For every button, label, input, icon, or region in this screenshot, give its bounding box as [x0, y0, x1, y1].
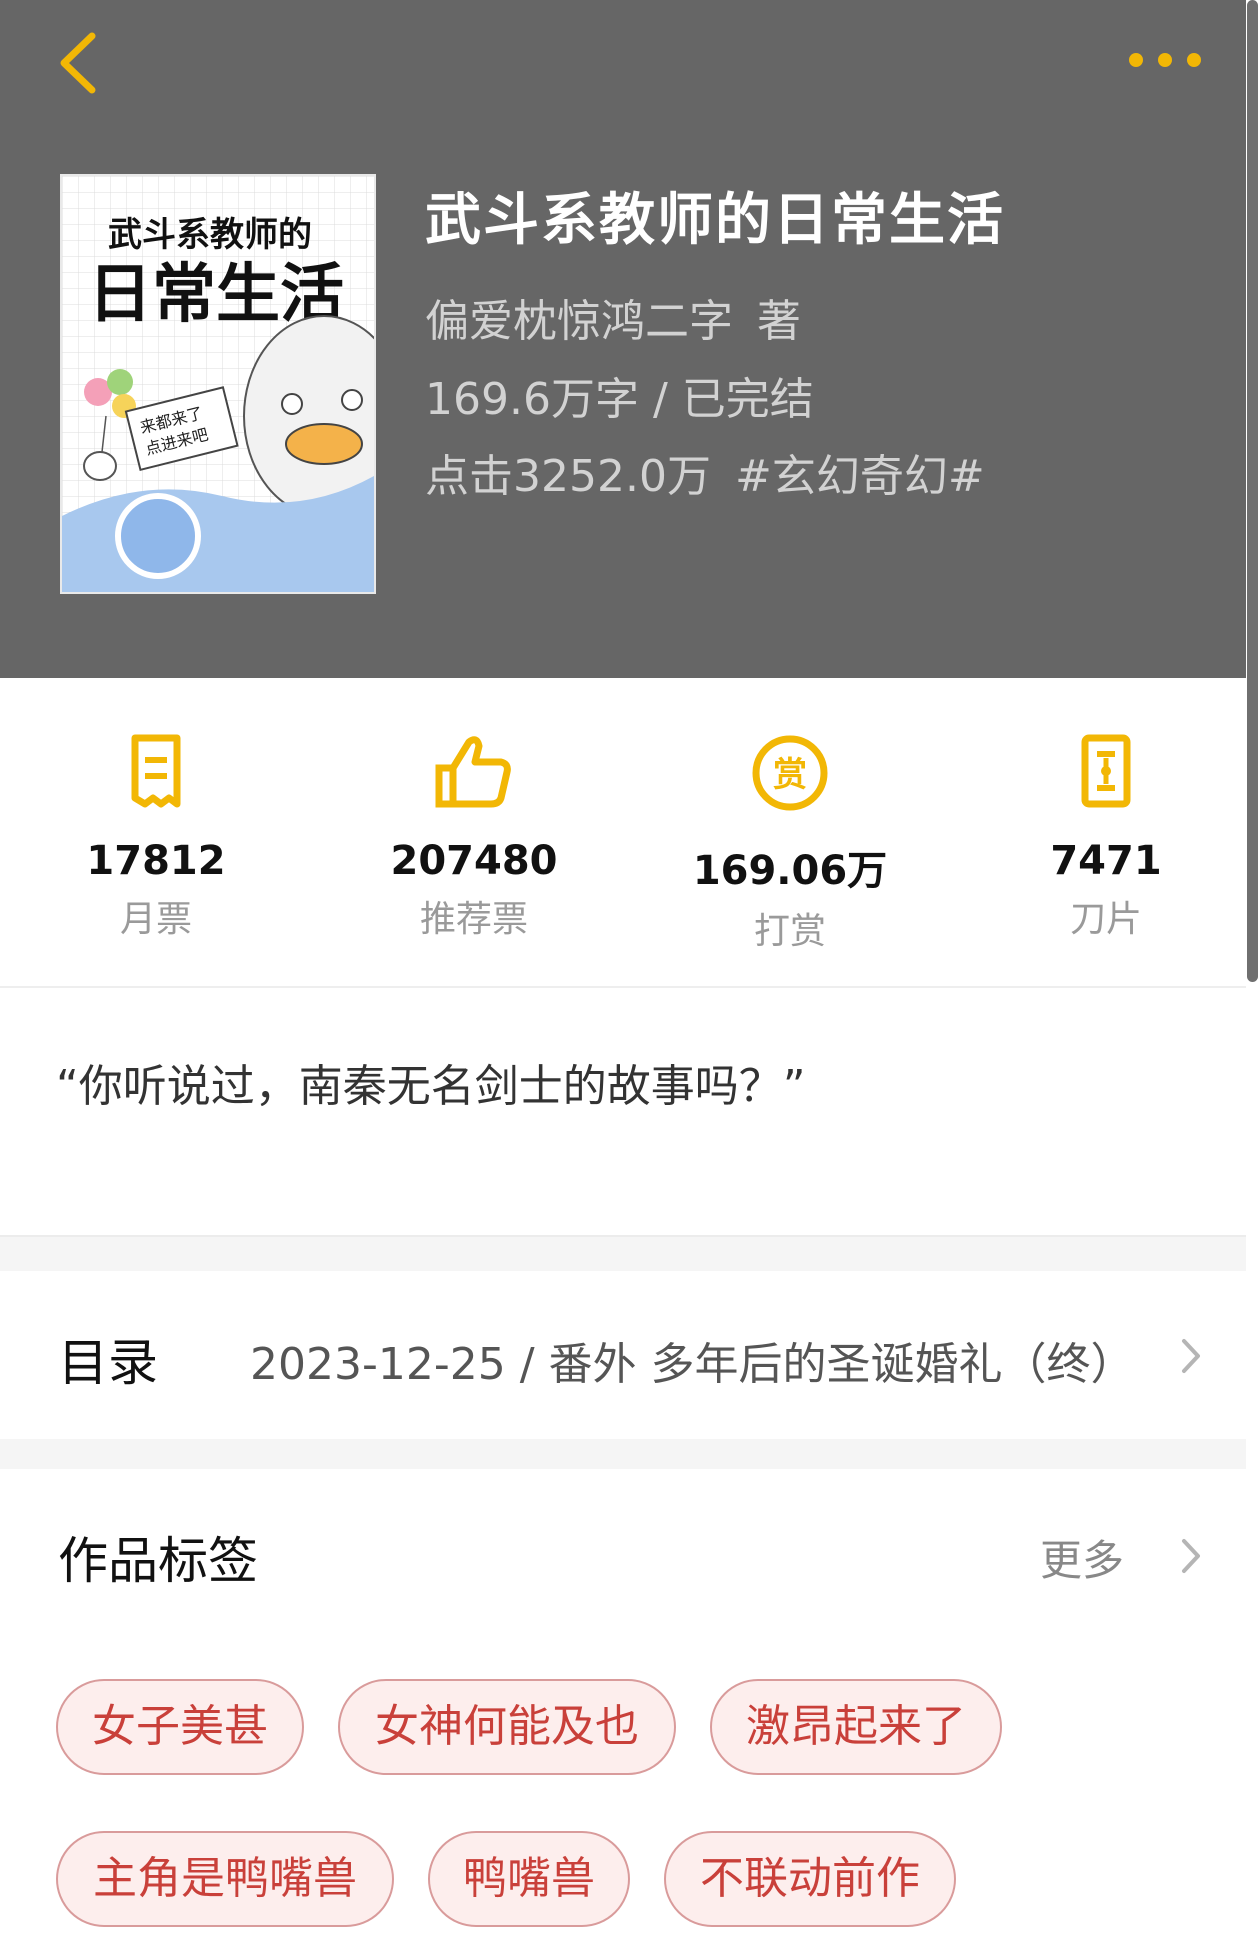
author-name: 偏爱枕惊鸿二字: [425, 296, 733, 347]
chevron-right-icon: [1182, 1339, 1200, 1373]
tag-chip[interactable]: 不联动前作: [664, 1831, 956, 1927]
stat-value: 17812: [86, 838, 226, 884]
blade-card-icon: [1081, 734, 1131, 808]
stat-label: 打赏: [753, 911, 826, 952]
meta-separator: /: [652, 374, 682, 425]
stat-blade[interactable]: 7471 刀片: [976, 728, 1236, 942]
tags-title: 作品标签: [58, 1532, 258, 1590]
chevron-left-icon: [60, 32, 96, 94]
stat-label: 月票: [119, 899, 192, 940]
stat-label: 推荐票: [419, 899, 528, 940]
stat-value: 7471: [1050, 838, 1162, 884]
book-meta: 169.6万字 / 已完结: [425, 363, 814, 427]
book-header: 武斗系教师的 日常生活 来都来了 点进来吧 武斗系教师的日常生活 偏爱枕惊鸿二字…: [0, 0, 1246, 678]
stat-recommend-ticket[interactable]: 207480 推荐票: [344, 728, 604, 942]
svg-text:武斗系教师的: 武斗系教师的: [108, 215, 312, 255]
book-clicks: 点击3252.0万 #玄幻奇幻#: [425, 440, 985, 504]
catalog-title: 目录: [58, 1334, 158, 1392]
genre-tag[interactable]: #玄幻奇幻#: [735, 451, 985, 502]
tags-more-link[interactable]: 更多: [1040, 1527, 1124, 1588]
book-author[interactable]: 偏爱枕惊鸿二字著: [425, 285, 801, 349]
ticket-icon: [131, 734, 181, 808]
chevron-right-icon[interactable]: [1176, 1531, 1206, 1581]
author-suffix: 著: [757, 296, 801, 347]
catalog-latest-chapter: 2023-12-25 / 番外 多年后的圣诞婚礼（终）: [250, 1339, 1135, 1390]
back-button[interactable]: [52, 28, 112, 98]
tag-chip[interactable]: 鸭嘴兽: [428, 1831, 630, 1927]
reward-coin-icon: 赏: [752, 735, 828, 811]
thumbs-up-icon: [435, 736, 511, 808]
svg-text:赏: 赏: [773, 755, 807, 795]
word-count: 169.6万字: [425, 374, 639, 425]
section-divider: [0, 1439, 1246, 1469]
book-title: 武斗系教师的日常生活: [425, 188, 1005, 253]
intro-text: “你听说过，南秦无名剑士的故事吗？”: [56, 1061, 806, 1112]
stat-label: 刀片: [1069, 899, 1142, 940]
book-cover-art: 武斗系教师的 日常生活 来都来了 点进来吧: [62, 176, 374, 592]
stat-monthly-ticket[interactable]: 17812 月票: [26, 728, 286, 942]
stat-reward[interactable]: 赏 169.06万 打赏: [660, 728, 920, 954]
status: 已完结: [681, 374, 814, 425]
scrollbar-thumb[interactable]: [1247, 0, 1258, 982]
tags-section: 作品标签 更多 女子美甚 女神何能及也 激昂起来了 主角是鸭嘴兽 鸭嘴兽 不联动…: [0, 1469, 1246, 1953]
tag-chip[interactable]: 主角是鸭嘴兽: [56, 1831, 394, 1927]
tag-chip[interactable]: 激昂起来了: [710, 1679, 1002, 1775]
stats-bar: 17812 月票 207480 推荐票 赏 169.06万 打赏 7471 刀片: [0, 678, 1246, 988]
more-button[interactable]: [1120, 40, 1210, 80]
click-count: 点击3252.0万: [425, 451, 711, 502]
section-divider: [0, 1235, 1246, 1271]
stat-value: 169.06万: [692, 848, 888, 894]
stat-value: 207480: [390, 838, 558, 884]
tag-chip[interactable]: 女神何能及也: [338, 1679, 676, 1775]
book-intro[interactable]: “你听说过，南秦无名剑士的故事吗？”: [0, 990, 1246, 1235]
tag-chip[interactable]: 女子美甚: [56, 1679, 304, 1775]
more-dots-icon: [1129, 53, 1201, 67]
catalog-row[interactable]: 目录 2023-12-25 / 番外 多年后的圣诞婚礼（终）: [0, 1271, 1246, 1439]
book-cover[interactable]: 武斗系教师的 日常生活 来都来了 点进来吧: [60, 174, 376, 594]
